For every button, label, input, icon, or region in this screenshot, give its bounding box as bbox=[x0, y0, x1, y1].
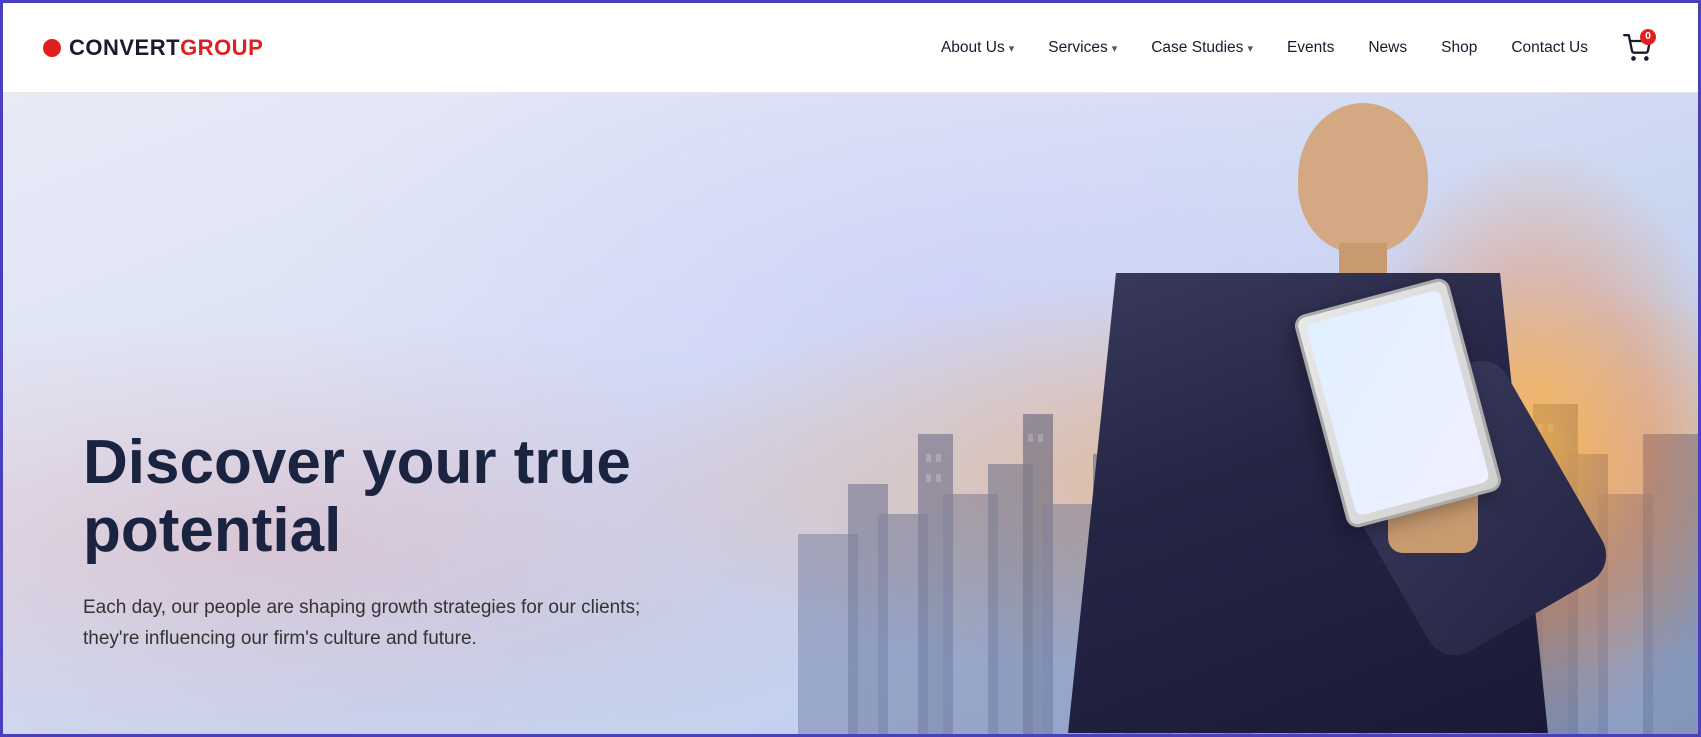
nav-item-contact-us[interactable]: Contact Us bbox=[1497, 31, 1602, 65]
cart-count-badge: 0 bbox=[1640, 29, 1656, 45]
logo-text: CONVERTGROUP bbox=[69, 35, 263, 61]
nav-item-about-us[interactable]: About Us ▾ bbox=[927, 31, 1028, 65]
nav-item-news[interactable]: News bbox=[1354, 31, 1421, 65]
hero-heading: Discover your true potential bbox=[83, 429, 763, 565]
hero-subtext: Each day, our people are shaping growth … bbox=[83, 593, 643, 654]
person-head bbox=[1298, 103, 1428, 253]
nav-item-shop[interactable]: Shop bbox=[1427, 31, 1491, 65]
hero-content: Discover your true potential Each day, o… bbox=[83, 429, 763, 654]
cart-button[interactable]: 0 bbox=[1616, 27, 1658, 69]
nav-item-events[interactable]: Events bbox=[1273, 31, 1348, 65]
logo-convert: CONVERT bbox=[69, 35, 180, 60]
logo[interactable]: CONVERTGROUP bbox=[43, 35, 263, 61]
chevron-down-icon: ▾ bbox=[1247, 42, 1253, 55]
logo-group: GROUP bbox=[180, 35, 263, 60]
chevron-down-icon: ▾ bbox=[1112, 42, 1118, 55]
chevron-down-icon: ▾ bbox=[1009, 42, 1015, 55]
hero-person-figure bbox=[898, 93, 1648, 734]
hero-section: Discover your true potential Each day, o… bbox=[3, 93, 1698, 734]
nav-item-case-studies[interactable]: Case Studies ▾ bbox=[1137, 31, 1267, 65]
nav-item-services[interactable]: Services ▾ bbox=[1034, 31, 1131, 65]
main-nav: About Us ▾ Services ▾ Case Studies ▾ Eve… bbox=[927, 27, 1658, 69]
logo-dot bbox=[43, 39, 61, 57]
header: CONVERTGROUP About Us ▾ Services ▾ Case … bbox=[3, 3, 1698, 93]
